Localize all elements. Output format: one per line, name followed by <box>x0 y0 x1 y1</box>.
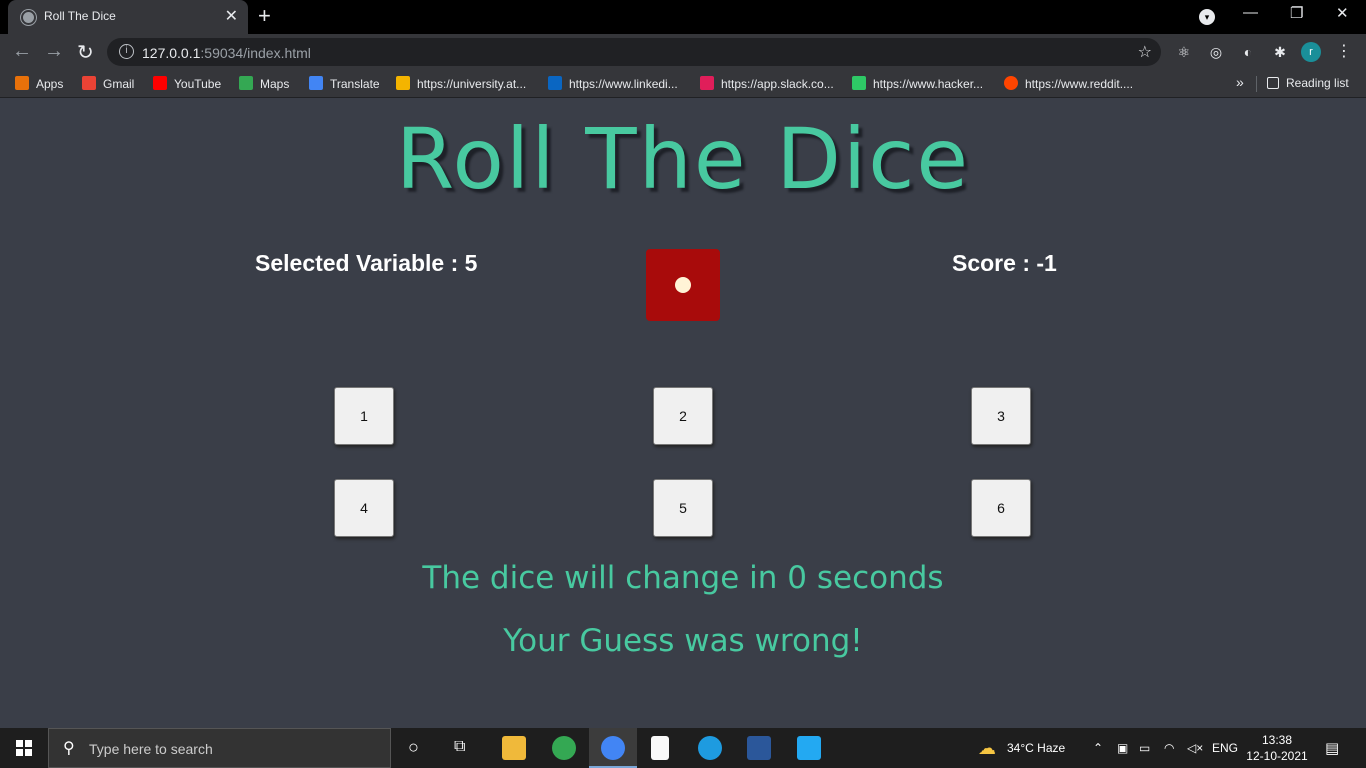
windows-start-icon[interactable] <box>16 740 32 756</box>
notepad-icon[interactable] <box>651 736 669 760</box>
bookmark-maps[interactable]: Maps <box>239 76 289 91</box>
bookmarks-bar: Apps Gmail YouTube Maps Translate https:… <box>0 70 1366 98</box>
extensions-puzzle-icon[interactable]: ✱ <box>1271 43 1289 61</box>
dice <box>646 249 720 321</box>
browser-tab-bar: Roll The Dice ✕ + ▾ — ❐ ✕ <box>0 0 1366 34</box>
apps-grid-icon <box>15 76 29 90</box>
page-title: Roll The Dice <box>395 110 971 208</box>
bookmark-slack[interactable]: https://app.slack.co... <box>700 76 834 91</box>
reload-icon[interactable]: ↻ <box>77 40 94 65</box>
guess-button-3[interactable]: 3 <box>971 387 1031 445</box>
guess-button-4[interactable]: 4 <box>334 479 394 537</box>
site-info-icon[interactable]: i <box>119 44 134 59</box>
speaker-muted-icon[interactable]: ◁× <box>1187 741 1203 755</box>
dice-pip <box>675 277 691 293</box>
weather-icon[interactable]: ☁ <box>978 738 996 759</box>
tab-close-button[interactable]: ✕ <box>225 6 238 26</box>
bookmarks-divider <box>1256 76 1257 92</box>
bookmark-apps[interactable]: Apps <box>15 76 63 91</box>
color-extension-icon[interactable]: ◐ <box>1239 43 1257 61</box>
chevron-up-icon[interactable]: ⌃ <box>1093 741 1103 755</box>
address-bar[interactable]: i 127.0.0.1:59034/index.html ☆ <box>107 38 1161 66</box>
selected-variable-label: Selected Variable : 5 <box>255 250 478 276</box>
word-icon[interactable] <box>747 736 771 760</box>
clock-date: 12-10-2021 <box>1246 749 1308 763</box>
react-devtools-icon[interactable]: ⚛ <box>1175 43 1193 61</box>
target-extension-icon[interactable]: ◎ <box>1207 43 1225 61</box>
bookmark-gmail[interactable]: Gmail <box>82 76 134 91</box>
clock-time: 13:38 <box>1261 733 1293 747</box>
menu-kebab-icon[interactable]: ⋮ <box>1335 43 1353 61</box>
cortana-icon[interactable]: ○ <box>408 737 419 758</box>
bookmark-university[interactable]: https://university.at... <box>396 76 526 91</box>
guess-button-1[interactable]: 1 <box>334 387 394 445</box>
system-clock[interactable]: 13:38 12-10-2021 <box>1246 732 1308 764</box>
task-view-icon[interactable]: ⧉ <box>454 738 465 756</box>
language-indicator[interactable]: ENG <box>1212 741 1238 755</box>
restore-button[interactable]: ❐ <box>1290 4 1303 22</box>
maps-icon <box>239 76 253 90</box>
url-text: 127.0.0.1:59034/index.html <box>142 45 311 61</box>
linkedin-icon <box>548 76 562 90</box>
hackerrank-icon <box>852 76 866 90</box>
battery-icon[interactable]: ▭ <box>1139 741 1150 755</box>
globe-icon <box>21 10 36 25</box>
new-tab-button[interactable]: + <box>258 3 271 29</box>
guess-button-6[interactable]: 6 <box>971 479 1031 537</box>
translate-icon <box>309 76 323 90</box>
reading-list-icon <box>1267 77 1279 89</box>
windows-taskbar: ⚲ Type here to search ○ ⧉ ☁ 34°C Haze ⌃ … <box>0 728 1366 768</box>
bookmark-youtube[interactable]: YouTube <box>153 76 221 91</box>
university-icon <box>396 76 410 90</box>
bookmark-translate[interactable]: Translate <box>309 76 380 91</box>
notifications-icon[interactable]: ▤ <box>1325 739 1339 757</box>
bookmark-linkedin[interactable]: https://www.linkedi... <box>548 76 678 91</box>
chrome-profile-icon <box>601 736 625 760</box>
wifi-icon[interactable]: ◠ <box>1164 741 1174 755</box>
taskbar-search-placeholder: Type here to search <box>89 741 213 757</box>
browser-tab[interactable]: Roll The Dice ✕ <box>8 0 248 34</box>
search-icon: ⚲ <box>63 740 75 757</box>
edge-icon[interactable] <box>698 736 722 760</box>
vscode-icon[interactable] <box>797 736 821 760</box>
reddit-icon <box>1004 76 1018 90</box>
active-chrome-window[interactable] <box>589 728 637 768</box>
score-label: Score : -1 <box>952 250 1057 276</box>
forward-arrow-icon[interactable]: → <box>44 40 64 63</box>
close-window-button[interactable]: ✕ <box>1336 4 1349 22</box>
chrome-icon[interactable] <box>552 736 576 760</box>
guess-button-5[interactable]: 5 <box>653 479 713 537</box>
profile-avatar[interactable]: r <box>1301 42 1321 62</box>
bookmark-star-icon[interactable]: ☆ <box>1138 42 1152 62</box>
guess-button-2[interactable]: 2 <box>653 387 713 445</box>
taskbar-search-box[interactable]: ⚲ Type here to search <box>48 728 391 768</box>
meet-now-icon[interactable]: ▣ <box>1117 741 1128 755</box>
file-explorer-icon[interactable] <box>502 736 526 760</box>
weather-text[interactable]: 34°C Haze <box>1007 741 1065 755</box>
back-arrow-icon[interactable]: ← <box>12 40 32 63</box>
bookmark-hackerrank[interactable]: https://www.hacker... <box>852 76 983 91</box>
bookmarks-overflow-button[interactable]: » <box>1236 74 1244 90</box>
gmail-icon <box>82 76 96 90</box>
slack-icon <box>700 76 714 90</box>
reading-list-button[interactable]: Reading list <box>1267 76 1349 90</box>
minimize-button[interactable]: — <box>1243 4 1258 21</box>
tab-search-icon[interactable]: ▾ <box>1199 9 1215 25</box>
game-page: Roll The Dice Selected Variable : 5 Scor… <box>0 98 1366 728</box>
timer-message: The dice will change in 0 seconds <box>422 560 944 596</box>
bookmark-reddit[interactable]: https://www.reddit.... <box>1004 76 1133 91</box>
tab-title: Roll The Dice <box>44 9 116 23</box>
browser-toolbar: ← → ↻ i 127.0.0.1:59034/index.html ☆ ⚛ ◎… <box>0 34 1366 70</box>
result-message: Your Guess was wrong! <box>503 623 863 659</box>
youtube-icon <box>153 76 167 90</box>
